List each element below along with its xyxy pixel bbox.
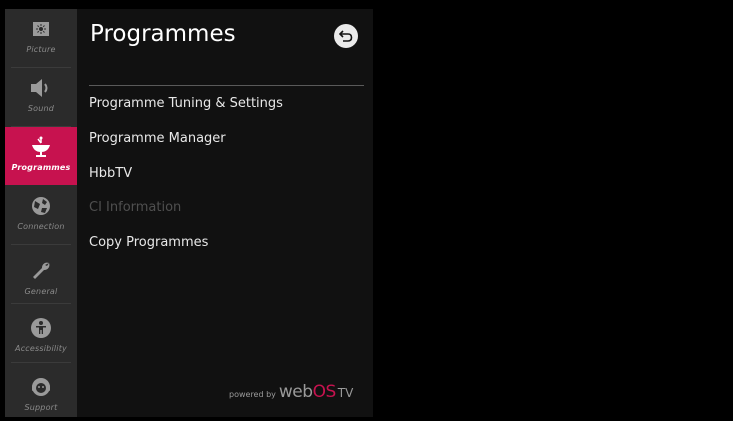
sidebar-item-programmes[interactable]: Programmes	[5, 127, 77, 185]
title-divider	[89, 85, 364, 86]
sidebar-item-picture[interactable]: Picture	[5, 9, 77, 67]
sidebar-item-sound[interactable]: Sound	[5, 68, 77, 126]
sidebar-item-accessibility[interactable]: Accessibility	[5, 304, 77, 362]
sidebar-item-support[interactable]: Support	[5, 363, 77, 421]
page-title: Programmes	[90, 21, 236, 47]
back-arrow-icon	[338, 27, 353, 46]
sidebar-item-label: Accessibility	[15, 344, 67, 353]
back-button[interactable]	[334, 24, 358, 48]
sidebar-item-label: Sound	[27, 104, 55, 113]
sidebar-item-connection[interactable]: Connection	[5, 186, 77, 244]
satellite-dish-icon	[5, 135, 77, 159]
brand-os-text: OS	[312, 382, 337, 402]
menu-item-ci-information: CI Information	[89, 200, 182, 215]
sidebar-item-label: Picture	[26, 45, 56, 54]
sidebar-item-label: Programmes	[11, 163, 71, 172]
programmes-panel: Programmes Programme Tuning & Settings P…	[77, 9, 373, 417]
wrench-icon	[5, 259, 77, 283]
brand-web-text: web	[278, 382, 313, 402]
webos-logo: powered by web OS TV	[229, 382, 353, 402]
menu-item-hbbtv[interactable]: HbbTV	[89, 166, 132, 181]
accessibility-icon	[5, 316, 77, 340]
menu-item-programme-manager[interactable]: Programme Manager	[89, 131, 226, 146]
menu-item-copy-programmes[interactable]: Copy Programmes	[89, 235, 208, 250]
menu-item-programme-tuning[interactable]: Programme Tuning & Settings	[89, 96, 283, 111]
sidebar-item-general[interactable]: General	[5, 245, 77, 303]
support-icon	[5, 375, 77, 399]
globe-icon	[5, 194, 77, 218]
speaker-icon	[5, 76, 77, 100]
settings-sidebar: Picture Sound Programmes Connection Gene…	[5, 9, 77, 417]
sidebar-item-label: Support	[24, 403, 58, 412]
brand-tv-text: TV	[337, 386, 354, 400]
sidebar-item-label: General	[24, 287, 58, 296]
powered-by-text: powered by	[229, 390, 276, 399]
picture-icon	[5, 17, 77, 41]
sidebar-item-label: Connection	[17, 222, 65, 231]
